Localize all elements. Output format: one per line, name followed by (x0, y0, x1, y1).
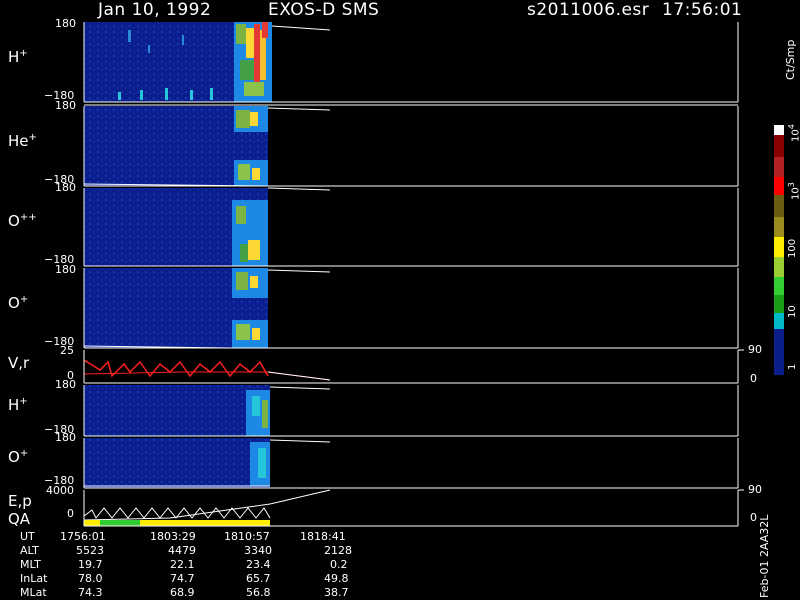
tick-right-ep-bottom: 0 (750, 511, 757, 524)
footer-ut-4: 1818:41 (300, 530, 346, 543)
panel-energy-qa (83, 489, 331, 526)
footer-ut-1: 1756:01 (60, 530, 106, 543)
footer-mlt-label: MLT (20, 558, 41, 571)
footer-mlat-1: 74.3 (78, 586, 103, 599)
processing-stamp: Feb-01 2AA32L (758, 514, 771, 598)
footer-mlt-2: 22.1 (170, 558, 195, 571)
footer-inlat-4: 49.8 (324, 572, 349, 585)
colorbar-unit: Ct/Smp (784, 39, 797, 80)
panel-o-plus-2 (84, 438, 331, 488)
footer-inlat-1: 78.0 (78, 572, 103, 585)
footer-alt-1: 5523 (76, 544, 104, 557)
panel-label-qa: QA (8, 510, 31, 528)
tick-op-top: 180 (55, 263, 76, 276)
tick-h2-top: 180 (55, 378, 76, 391)
footer-mlt-1: 19.7 (78, 558, 103, 571)
footer-alt-label: ALT (20, 544, 39, 557)
footer-ut-label: UT (20, 530, 35, 543)
colorbar-label-1e4: 104 (787, 124, 800, 142)
panel-label-o-plus-plus: O++ (8, 212, 37, 230)
colorbar-label-10: 10 (787, 305, 798, 318)
footer-inlat-label: InLat (20, 572, 48, 585)
footer-alt-4: 2128 (324, 544, 352, 557)
panel-label-energy: E,p (8, 492, 32, 510)
panel-o-plus (83, 268, 331, 349)
panel-o-plus-plus (84, 187, 331, 266)
panel-h-plus-2 (84, 385, 331, 436)
colorbar-label-1e3: 103 (787, 182, 800, 200)
footer-mlat-3: 56.8 (246, 586, 271, 599)
tick-o2-top: 180 (55, 431, 76, 444)
tick-right-vr-bottom: 0 (750, 372, 757, 385)
panel-label-o-plus-2: O+ (8, 448, 29, 466)
colorbar (774, 125, 784, 375)
tick-vr-top: 25 (60, 344, 74, 357)
footer-ut-2: 1803:29 (150, 530, 196, 543)
panel-label-h-plus: H+ (8, 48, 28, 66)
tick-ep-bottom: 0 (67, 507, 74, 520)
tick-ep-top: 4000 (46, 484, 74, 497)
footer-mlt-3: 23.4 (246, 558, 271, 571)
footer-inlat-3: 65.7 (246, 572, 271, 585)
tick-opp-top: 180 (55, 181, 76, 194)
panel-label-h-plus-2: H+ (8, 396, 28, 414)
footer-alt-3: 3340 (244, 544, 272, 557)
footer-mlat-2: 68.9 (170, 586, 195, 599)
footer-alt-2: 4479 (168, 544, 196, 557)
tick-right-vr-top: 90 (748, 343, 762, 356)
panel-label-o-plus: O+ (8, 294, 29, 312)
footer-mlat-4: 38.7 (324, 586, 349, 599)
colorbar-label-1: 1 (787, 363, 798, 370)
footer-ut-3: 1810:57 (224, 530, 270, 543)
colorbar-label-100: 100 (787, 238, 798, 258)
panel-h-plus (84, 22, 331, 102)
footer-mlt-4: 0.2 (330, 558, 348, 571)
tick-right-ep-top: 90 (748, 483, 762, 496)
panel-label-velocity: V,r (8, 354, 30, 372)
panel-he-plus (83, 106, 331, 187)
tick-h-top: 180 (55, 17, 76, 30)
tick-he-top: 180 (55, 99, 76, 112)
panel-label-he-plus: He+ (8, 132, 37, 150)
panel-velocity (83, 359, 331, 381)
footer-inlat-2: 74.7 (170, 572, 195, 585)
footer-mlat-label: MLat (20, 586, 47, 599)
spectrogram-plot (83, 22, 784, 527)
